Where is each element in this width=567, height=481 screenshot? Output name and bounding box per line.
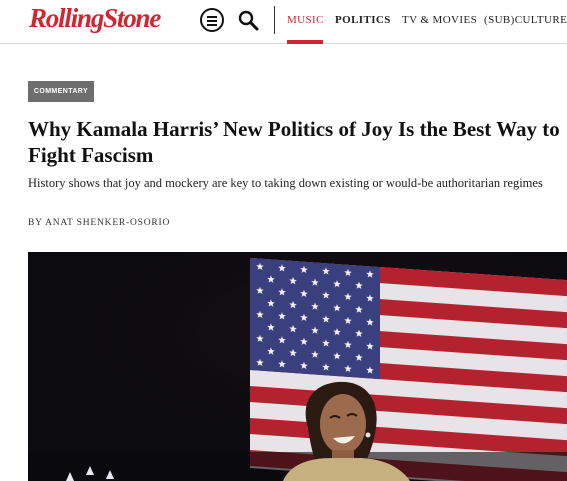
byline-prefix: BY [28,218,43,228]
nav-item-music[interactable]: MUSIC [287,14,324,26]
article-subhead: History shows that joy and mockery are k… [28,176,543,190]
nav-divider [274,6,275,34]
site-header: RollingStone MUSIC POLITICS TV & MOVIES … [0,0,567,44]
hamburger-menu-icon[interactable] [200,8,224,32]
active-nav-indicator [287,40,323,44]
author-link[interactable]: ANAT SHENKER-OSORIO [45,218,170,228]
nav-item-politics[interactable]: POLITICS [335,14,391,26]
byline: BY ANAT SHENKER-OSORIO [28,218,170,228]
category-badge[interactable]: COMMENTARY [28,81,94,102]
nav-item-subculture[interactable]: (SUB)CULTURE [484,14,567,26]
search-icon[interactable] [236,8,260,32]
article-headline: Why Kamala Harris’ New Politics of Joy I… [28,117,560,167]
hero-image [28,252,567,481]
nav-item-tv-movies[interactable]: TV & MOVIES [402,14,477,26]
hero-photo-illustration [28,252,567,481]
site-logo[interactable]: RollingStone [29,3,161,33]
